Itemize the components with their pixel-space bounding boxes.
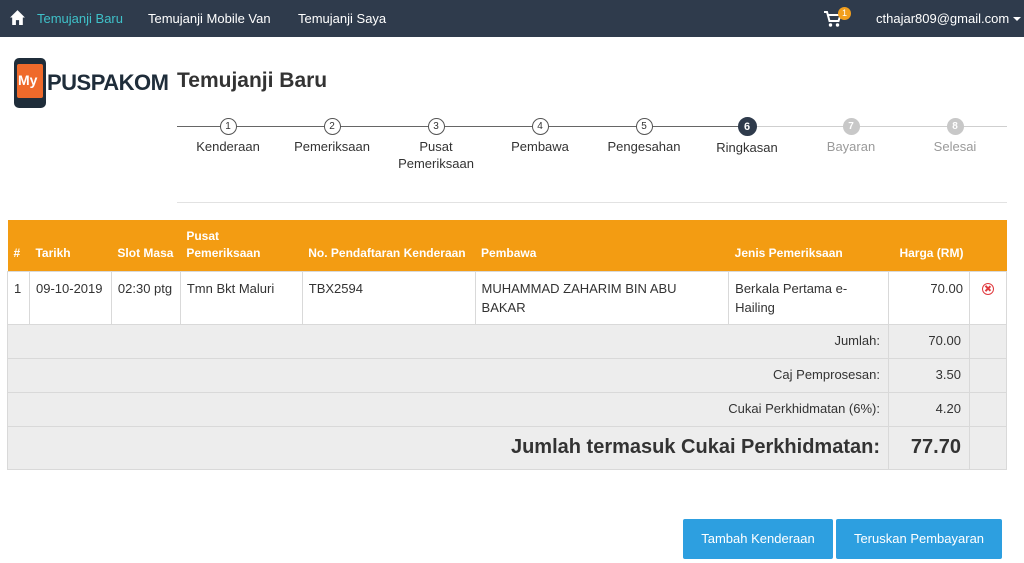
summary-row-total: Jumlah termasuk Cukai Perkhidmatan: 77.7… [7, 425, 1008, 470]
home-icon[interactable] [9, 9, 26, 26]
summary-value: 70.00 [887, 323, 970, 359]
add-vehicle-button[interactable]: Tambah Kenderaan [683, 519, 833, 559]
step-bayaran: 7 Bayaran [791, 118, 911, 155]
continue-payment-button[interactable]: Teruskan Pembayaran [836, 519, 1002, 559]
summary-spacer [968, 391, 1008, 427]
booking-summary-table: # Tarikh Slot Masa Pusat Pemeriksaan No.… [7, 220, 1008, 470]
col-header-harga: Harga (RM) [888, 220, 970, 271]
step-number: 1 [219, 118, 237, 135]
step-pengesahan[interactable]: 5 Pengesahan [584, 118, 704, 155]
col-header-jenis: Jenis Pemeriksaan [728, 220, 889, 271]
cart-count-badge: 1 [838, 7, 851, 20]
total-label: Jumlah termasuk Cukai Perkhidmatan: [510, 435, 880, 458]
summary-row-jumlah: Jumlah: 70.00 [7, 323, 1008, 359]
summary-spacer [968, 425, 1008, 470]
step-kenderaan[interactable]: 1 Kenderaan [168, 118, 288, 155]
total-label-cell: Jumlah termasuk Cukai Perkhidmatan: [7, 425, 889, 470]
summary-row-caj: Caj Pemprosesan: 3.50 [7, 357, 1008, 393]
cell-pembawa: MUHAMMAD ZAHARIM BIN ABU BAKAR [474, 270, 730, 325]
step-number-pending: 8 [946, 118, 964, 135]
table-header-row: # Tarikh Slot Masa Pusat Pemeriksaan No.… [7, 220, 1007, 271]
summary-label: Caj Pemprosesan: [7, 357, 889, 393]
cell-jenis: Berkala Pertama e-Hailing [728, 270, 889, 325]
chevron-down-icon[interactable] [1013, 17, 1021, 21]
col-header-slot-masa: Slot Masa [111, 220, 181, 271]
col-header-actions [969, 220, 1007, 271]
top-navbar: Temujanji Baru Temujanji Mobile Van Temu… [0, 0, 1024, 37]
col-header-no-pendaftaran: No. Pendaftaran Kenderaan [302, 220, 476, 271]
step-number: 3 [427, 118, 445, 135]
step-number: 5 [635, 118, 653, 135]
col-header-pembawa: Pembawa [475, 220, 729, 271]
step-pemeriksaan[interactable]: 2 Pemeriksaan [272, 118, 392, 155]
step-number-current: 6 [737, 117, 757, 136]
step-label: Bayaran [826, 139, 876, 154]
step-label: Pemeriksaan [294, 139, 370, 154]
summary-value: 4.20 [887, 391, 970, 427]
user-menu[interactable]: cthajar809@gmail.com [876, 11, 1009, 26]
cell-harga: 70.00 [887, 270, 970, 325]
summary-value: 3.50 [887, 357, 970, 393]
table-row: 1 09-10-2019 02:30 ptg Tmn Bkt Maluri TB… [7, 270, 1008, 325]
total-value-cell: 77.70 [887, 425, 970, 470]
page-title: Temujanji Baru [177, 69, 328, 92]
step-label: Kenderaan [196, 139, 260, 154]
step-label: Pembawa [511, 139, 569, 154]
step-label: Pengesahan [607, 139, 681, 154]
step-number: 2 [323, 118, 341, 135]
cell-no: 1 [7, 270, 30, 325]
col-header-pusat: Pusat Pemeriksaan [180, 220, 303, 271]
summary-spacer [968, 323, 1008, 359]
summary-label: Cukai Perkhidmatan (6%): [7, 391, 889, 427]
nav-temujanji-saya[interactable]: Temujanji Saya [298, 11, 386, 26]
step-ringkasan: 6 Ringkasan [687, 117, 807, 156]
cell-slot: 02:30 ptg [110, 270, 181, 325]
step-label: Ringkasan [716, 140, 778, 155]
remove-icon[interactable] [981, 282, 994, 295]
logo-name: PUSPAKOM [47, 70, 169, 95]
step-number: 4 [531, 118, 549, 135]
cell-no-pendaftaran: TBX2594 [301, 270, 476, 325]
nav-temujanji-mobile-van[interactable]: Temujanji Mobile Van [148, 11, 271, 26]
total-value: 77.70 [910, 435, 961, 458]
cell-pusat: Tmn Bkt Maluri [179, 270, 303, 325]
summary-label: Jumlah: [7, 323, 889, 359]
cell-tarikh: 09-10-2019 [28, 270, 112, 325]
nav-temujanji-baru[interactable]: Temujanji Baru [37, 11, 123, 26]
step-pusat-pemeriksaan[interactable]: 3 Pusat Pemeriksaan [391, 118, 481, 172]
step-selesai: 8 Selesai [895, 118, 1015, 155]
step-label: Selesai [933, 139, 977, 154]
step-pembawa[interactable]: 4 Pembawa [480, 118, 600, 155]
summary-spacer [968, 357, 1008, 393]
col-header-tarikh: Tarikh [29, 220, 112, 271]
logo-my-text: My [18, 72, 38, 88]
col-header-no: # [7, 220, 30, 271]
section-divider [177, 202, 1007, 203]
cell-actions [968, 270, 1008, 325]
step-number-pending: 7 [842, 118, 860, 135]
summary-row-cukai: Cukai Perkhidmatan (6%): 4.20 [7, 391, 1008, 427]
step-label: Pusat Pemeriksaan [398, 139, 474, 171]
